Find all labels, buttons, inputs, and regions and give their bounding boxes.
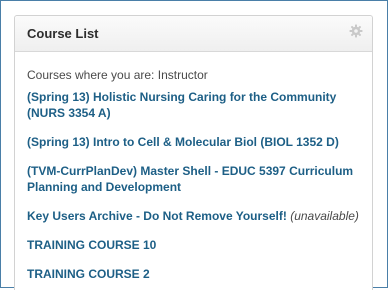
unavailable-note: (unavailable): [290, 209, 359, 223]
module-title: Course List: [27, 26, 99, 41]
course-link[interactable]: (TVM-CurrPlanDev) Master Shell - EDUC 53…: [27, 163, 362, 195]
course-link-label: (Spring 13) Holistic Nursing Caring for …: [27, 90, 337, 120]
module-content: Courses where you are: Instructor (Sprin…: [15, 68, 372, 282]
gear-icon[interactable]: [349, 24, 363, 38]
role-label: Courses where you are: Instructor: [27, 68, 208, 82]
course-list-module: Course List Courses where you are: Instr…: [14, 15, 373, 290]
outer-frame: Course List Courses where you are: Instr…: [0, 0, 388, 290]
course-link[interactable]: (Spring 13) Holistic Nursing Caring for …: [27, 89, 362, 121]
course-link[interactable]: Key Users Archive - Do Not Remove Yourse…: [27, 208, 362, 224]
course-link-label: TRAINING COURSE 10: [27, 238, 157, 252]
course-link[interactable]: TRAINING COURSE 10: [27, 237, 362, 253]
course-link-label: TRAINING COURSE 2: [27, 267, 150, 281]
course-link-label: Key Users Archive - Do Not Remove Yourse…: [27, 209, 287, 223]
module-header: Course List: [15, 16, 372, 52]
course-link[interactable]: TRAINING COURSE 2: [27, 266, 362, 282]
course-link-label: (Spring 13) Intro to Cell & Molecular Bi…: [27, 135, 339, 149]
course-link-label: (TVM-CurrPlanDev) Master Shell - EDUC 53…: [27, 164, 354, 194]
course-link[interactable]: (Spring 13) Intro to Cell & Molecular Bi…: [27, 134, 362, 150]
